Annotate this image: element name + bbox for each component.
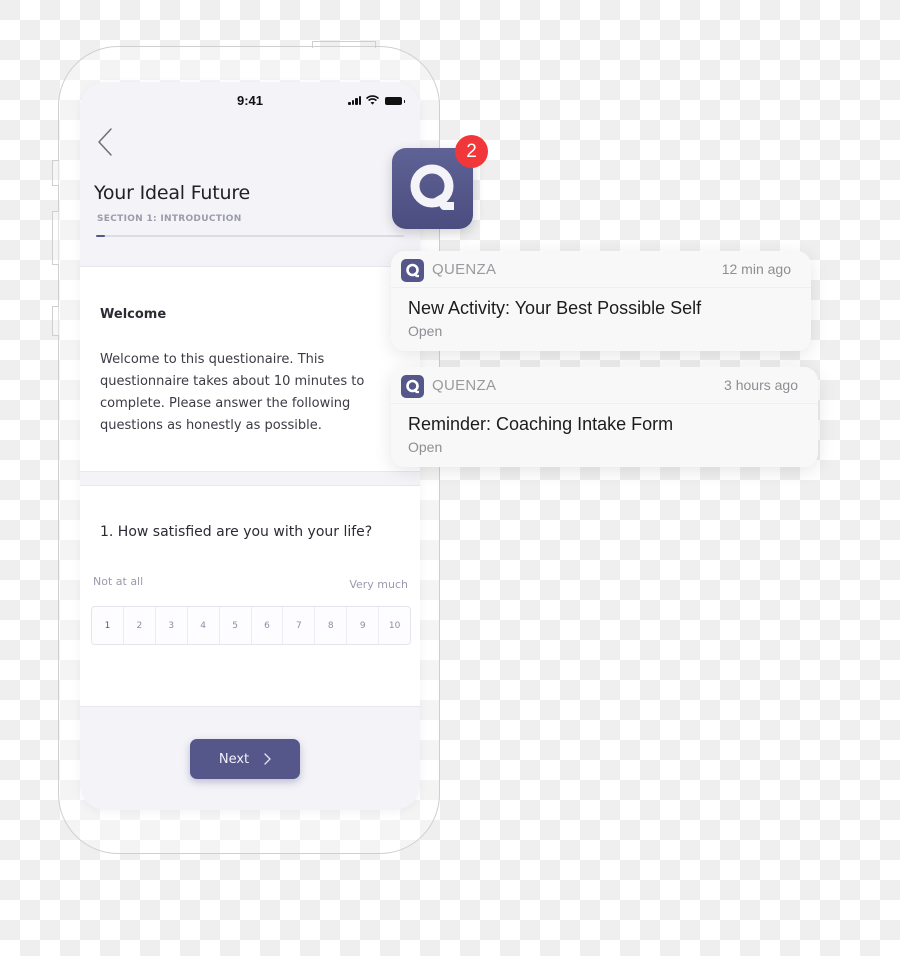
- rating-option[interactable]: 9: [347, 607, 380, 644]
- next-button[interactable]: Next: [190, 739, 300, 779]
- status-icons: [348, 95, 405, 105]
- section-label: SECTION 1: INTRODUCTION: [97, 214, 242, 224]
- scale-min-label: Not at all: [93, 575, 144, 588]
- quenza-small-icon: [401, 259, 424, 282]
- progress-fill: [96, 235, 106, 237]
- welcome-body: Welcome to this questionaire. This quest…: [100, 352, 365, 433]
- rating-option[interactable]: 4: [188, 607, 220, 644]
- rating-scale: 1 2 3 4 5 6 7 8 9 10: [91, 606, 411, 645]
- notification-time: 12 min ago: [721, 261, 791, 277]
- phone-volume-up-button: [52, 211, 59, 265]
- notification-divider: [391, 287, 811, 288]
- rating-option[interactable]: 8: [315, 607, 348, 644]
- next-label: Next: [218, 751, 250, 767]
- notification-app-name: QUENZA: [432, 261, 497, 278]
- rating-option[interactable]: 10: [379, 607, 410, 644]
- phone-mute-switch: [52, 160, 59, 186]
- notification-app-name: QUENZA: [432, 377, 497, 394]
- back-button[interactable]: [94, 124, 118, 160]
- signal-icon: [348, 96, 362, 105]
- scale-max-label: Very much: [349, 578, 408, 591]
- welcome-heading: Welcome: [100, 307, 167, 322]
- quenza-small-icon: [401, 375, 424, 398]
- notification-badge: 2: [455, 135, 488, 168]
- notification[interactable]: QUENZA 12 min ago New Activity: Your Bes…: [391, 251, 811, 351]
- rating-option[interactable]: 5: [220, 607, 252, 644]
- phone-top-button: [312, 41, 376, 48]
- question-text: 1. How satisfied are you with your life?: [100, 524, 373, 540]
- welcome-card: Welcome Welcome to this questionaire. Th…: [80, 266, 420, 472]
- rating-option[interactable]: 7: [283, 607, 316, 644]
- chevron-right-icon: [264, 753, 272, 765]
- notification[interactable]: QUENZA 3 hours ago Reminder: Coaching In…: [391, 367, 818, 467]
- rating-option[interactable]: 6: [252, 607, 284, 644]
- status-bar: 9:41: [80, 82, 420, 118]
- battery-icon: [385, 97, 405, 105]
- progress-bar: [96, 235, 404, 237]
- notification-divider: [391, 403, 818, 404]
- rating-option[interactable]: 1: [92, 607, 124, 644]
- notification-title: New Activity: Your Best Possible Self: [408, 298, 702, 318]
- rating-option[interactable]: 2: [124, 607, 156, 644]
- notification-open-action[interactable]: Open: [408, 323, 442, 339]
- notification-time: 3 hours ago: [724, 377, 798, 393]
- rating-option[interactable]: 3: [156, 607, 188, 644]
- phone-screen: 9:41 Your Ideal Future SECTION 1: INTROD…: [80, 82, 420, 810]
- page-title: Your Ideal Future: [94, 182, 251, 204]
- notification-open-action[interactable]: Open: [408, 439, 442, 455]
- phone-volume-down-button: [52, 306, 59, 336]
- question-card: 1. How satisfied are you with your life?…: [80, 485, 420, 707]
- notification-title: Reminder: Coaching Intake Form: [408, 414, 674, 434]
- wifi-icon: [366, 95, 379, 105]
